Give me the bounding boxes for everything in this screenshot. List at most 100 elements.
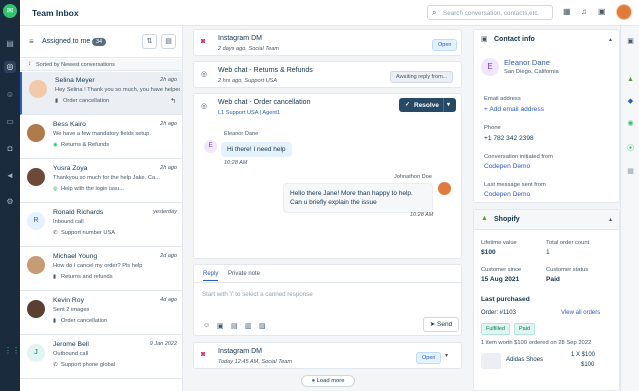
app-logo-icon[interactable]: ✉	[3, 4, 17, 18]
channel-row: ▮ Order cancellation	[55, 98, 109, 104]
list-item[interactable]: Michael Young How do I cancel my order? …	[20, 248, 182, 291]
channel-label: Support number USA	[61, 230, 116, 236]
lifetime-value: $100	[481, 249, 496, 256]
status-badge: Awaiting reply from...	[390, 71, 454, 83]
load-more-button[interactable]: ● Load more	[301, 375, 355, 387]
list-item[interactable]: Kevin Roy Sent 2 images ▮ Order cancellat…	[20, 292, 182, 335]
channel-label: Support phone global	[61, 362, 116, 368]
globe-icon: ◎	[201, 103, 208, 110]
phone-value: +1 782 342 2398	[484, 135, 534, 142]
product-image	[481, 353, 501, 369]
message-preview: Inbound call	[53, 219, 84, 225]
view-count-badge: 34	[92, 38, 107, 46]
tab-reply[interactable]: Reply	[203, 271, 219, 281]
canned-response-icon[interactable]: ▤	[231, 322, 238, 330]
dashboard-icon[interactable]: ▤	[4, 38, 16, 50]
shopify-card: ▲ Shopify ▴ Lifetime value $100 Total or…	[473, 209, 620, 391]
view-label[interactable]: Assigned to me	[42, 38, 90, 45]
send-label: Send	[437, 321, 453, 328]
divider	[194, 282, 463, 283]
globe-icon: ◎	[201, 71, 208, 78]
crm-icon[interactable]: ◉	[625, 118, 636, 129]
apps-sidebar: ▣ ▲ ◆ ◉ ⦿ ▦	[620, 26, 639, 391]
list-item[interactable]: J Jerome Bell Outbound call ✆ Support pho…	[20, 336, 182, 379]
contact-name[interactable]: Eleanor Dane	[504, 58, 550, 67]
reply-input[interactable]: Start with '/' to select a canned respon…	[202, 291, 313, 298]
list-item[interactable]: R Ronald Richards Inbound call ✆ Support …	[20, 204, 182, 247]
chevron-down-icon[interactable]: ▾	[447, 101, 450, 108]
calendar-icon[interactable]: ▦	[563, 7, 571, 16]
more-apps-icon[interactable]: ▦	[625, 166, 636, 177]
avatar	[27, 168, 45, 186]
contact-location: San Diego, California	[504, 69, 559, 75]
send-icon: ➤	[429, 321, 438, 328]
conversation-card[interactable]: ◙ Instagram DM Today 12:45 AM, Social Te…	[193, 342, 462, 369]
bag-icon: ▮	[53, 274, 57, 280]
chevron-down-icon[interactable]: ▾	[445, 352, 448, 359]
shopify-icon[interactable]: ▲	[625, 74, 636, 85]
message-preview: Outbound call	[53, 351, 89, 357]
image-icon[interactable]: ▨	[259, 322, 266, 330]
message-preview: How do I cancel my order? Pls help	[53, 263, 143, 269]
field-label: Total order count	[546, 240, 590, 246]
tab-private-note[interactable]: Private note	[228, 271, 260, 277]
attachment-icon[interactable]: ▣	[217, 322, 224, 330]
emoji-icon[interactable]: ☺	[203, 322, 210, 329]
contact-info-card: ▣ Contact info ▴ E Eleanor Dane San Dieg…	[473, 29, 620, 203]
chevron-up-icon[interactable]: ▴	[609, 36, 612, 43]
hamburger-icon[interactable]: ≡	[29, 37, 34, 46]
sort-row[interactable]: ↕ Sorted by Newest conversations	[20, 59, 182, 71]
conversation-card[interactable]: ◎ Web chat - Returns & Refunds 2 hrs ago…	[193, 61, 462, 88]
resolve-button[interactable]: ✓ Resolve ▾	[399, 98, 456, 112]
integration-icon[interactable]: ◆	[625, 96, 636, 107]
user-avatar[interactable]	[616, 4, 632, 20]
contacts-icon[interactable]: ☺	[4, 89, 16, 101]
chevron-up-icon[interactable]: ▴	[609, 216, 612, 223]
initiated-link[interactable]: Codepen Demo	[484, 163, 530, 170]
last-message-link[interactable]: Codepen Demo	[484, 191, 530, 198]
subsection-title: Last purchased	[481, 296, 530, 303]
add-email-link[interactable]: + Add email address	[484, 106, 544, 113]
bot-icon[interactable]: ◘	[4, 143, 16, 155]
field-label: Email address	[484, 96, 521, 102]
list-item[interactable]: Yusra Zoya Thankyou so much for the help…	[20, 160, 182, 203]
field-label: Conversation initiated from	[484, 154, 553, 160]
view-all-orders-link[interactable]: View all orders	[561, 310, 600, 316]
notification-bell-icon[interactable]: ♫	[581, 7, 587, 16]
inbox-icon[interactable]: ◎	[4, 61, 16, 73]
channel-row: ✆ Support number USA	[53, 230, 115, 236]
avatar	[29, 80, 47, 98]
product-name[interactable]: Adidas Shoes	[506, 357, 543, 363]
list-item[interactable]: Bess Kairo We have a few mandatory field…	[20, 116, 182, 159]
customer-since-value: 15 Aug 2021	[481, 276, 520, 283]
contact-name: Michael Young	[53, 253, 98, 260]
message-line: Hello there Jane! More than happy to hel…	[290, 190, 413, 197]
outgoing-message: Hello there Jane! More than happy to hel…	[283, 183, 433, 213]
layout-icon[interactable]: ▤	[161, 34, 176, 49]
channel-row: ◍ Help with the login issu...	[53, 186, 124, 192]
phone-icon: ✆	[53, 362, 58, 368]
sort-toggle-icon[interactable]: ⇅	[142, 34, 157, 49]
timeline-icon[interactable]: ⦿	[625, 143, 636, 154]
campaigns-icon[interactable]: ◄	[4, 170, 16, 182]
settings-icon[interactable]: ⚙	[4, 196, 16, 208]
send-button[interactable]: ➤ Send	[423, 317, 459, 332]
status-icon[interactable]: ▣	[598, 7, 606, 16]
list-item[interactable]: Selina Meyer Hey Selina ! Thank you so m…	[20, 72, 182, 115]
knowledge-base-icon[interactable]: ▭	[4, 116, 16, 128]
avatar: E	[204, 140, 217, 153]
search-input[interactable]: ⌕ Search conversation, contacts,etc.	[427, 5, 553, 20]
avatar: J	[27, 344, 45, 362]
phone-icon: ✆	[53, 230, 58, 236]
load-more-label: Load more	[316, 378, 345, 384]
conversation-card[interactable]: ◙ Instagram DM 2 days ago, Social Team O…	[193, 29, 462, 56]
contact-avatar: E	[481, 58, 499, 76]
channel-label: Returns & Refunds	[61, 142, 110, 148]
nav-rail: ✉ ▤ ◎ ☺ ▭ ◘ ◄ ⚙ ⋮⋮	[0, 0, 20, 391]
apps-grid-icon[interactable]: ⋮⋮	[4, 345, 20, 357]
quantity-price: 1 X $100	[571, 352, 596, 358]
channel-label: Order cancellation	[61, 318, 108, 324]
solution-icon[interactable]: ▥	[245, 322, 252, 330]
bag-icon: ▮	[55, 98, 59, 104]
contact-card-icon[interactable]: ▣	[625, 36, 636, 47]
